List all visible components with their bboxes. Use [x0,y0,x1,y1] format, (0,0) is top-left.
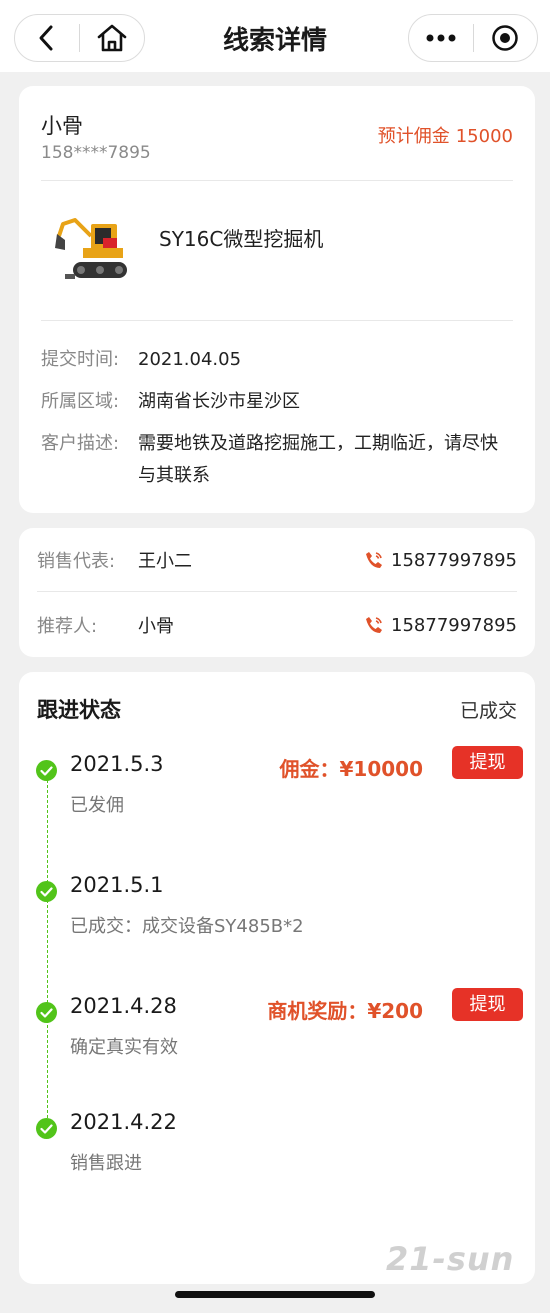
nav-capsule-right [408,14,538,62]
contact-name: 王小二 [138,551,192,572]
contact-label: 销售代表: [37,551,116,572]
more-button[interactable] [409,15,473,61]
check-icon [36,760,57,781]
status-title: 跟进状态 [37,698,121,722]
detail-row-description: 客户描述: 需要地铁及道路挖掘施工，工期临近，请尽快与其联系 [41,428,513,492]
contact-phone: 15877997895 [391,549,517,571]
excavator-icon [55,218,127,279]
timeline-date: 2021.5.3 [70,752,164,776]
phone-icon [366,617,383,633]
target-icon [492,25,518,51]
timeline-reward: 佣金：¥10000 [279,757,424,781]
check-icon [36,881,57,902]
call-referrer-link[interactable]: 15877997895 [365,615,517,636]
detail-label: 客户描述: [41,433,120,454]
detail-row-region: 所属区域: 湖南省长沙市星沙区 [41,386,513,418]
lead-info-card: 小骨 158****7895 预计佣金 15000 SY16C微型挖掘机 提交时间… [19,86,535,513]
home-indicator [175,1291,375,1298]
more-icon [426,34,456,42]
detail-label: 所属区域: [41,391,120,412]
timeline-date: 2021.4.28 [70,994,177,1018]
timeline-reward: 商机奖励：¥200 [267,999,423,1023]
divider [41,180,513,181]
customer-name: 小骨 [41,114,83,138]
timeline-item: 2021.4.28 商机奖励：¥200 提现 确定真实有效 [19,988,535,1082]
timeline-date: 2021.4.22 [70,1110,177,1134]
detail-value: 2021.04.05 [138,349,242,370]
divider [37,591,517,592]
withdraw-button[interactable]: 提现 [452,988,523,1021]
timeline-desc: 已成交：成交设备SY485B*2 [70,916,304,937]
check-icon [36,1118,57,1139]
timeline-item: 2021.5.1 已成交：成交设备SY485B*2 [19,873,535,961]
timeline-item: 2021.5.3 佣金：¥10000 提现 已发佣 [19,746,535,840]
watermark-logo: 21-sun [386,1240,515,1278]
divider [41,320,513,321]
estimated-commission: 预计佣金 15000 [378,122,513,148]
contact-name: 小骨 [138,616,174,637]
detail-label: 提交时间: [41,349,120,370]
close-miniprogram-button[interactable] [474,15,538,61]
detail-value: 湖南省长沙市星沙区 [138,391,300,412]
contact-row-sales-rep: 销售代表: 王小二 15877997895 [37,544,517,576]
contacts-card: 销售代表: 王小二 15877997895 推荐人: 小骨 1587799789… [19,528,535,657]
timeline-desc: 确定真实有效 [70,1037,178,1058]
contact-row-referrer: 推荐人: 小骨 15877997895 [37,609,517,641]
phone-icon [366,552,383,568]
timeline-desc: 销售跟进 [70,1153,142,1174]
lead-detail-page: 线索详情 小骨 158****7895 预计佣金 15000 SY16C微型挖掘… [0,0,550,1313]
top-nav: 线索详情 [0,0,550,72]
commission-label: 预计佣金 [377,126,450,147]
timeline-item: 2021.4.22 销售跟进 [19,1110,535,1198]
withdraw-button[interactable]: 提现 [452,746,523,779]
status-value: 已成交 [459,700,517,722]
follow-up-status-card: 跟进状态 已成交 2021.5.3 佣金：¥10000 提现 已发佣 2021.… [19,672,535,1284]
check-icon [36,1002,57,1023]
detail-row-submit-time: 提交时间: 2021.04.05 [41,344,513,376]
timeline-date: 2021.5.1 [70,873,164,897]
commission-value: 15000 [455,126,513,147]
contact-label: 推荐人: [37,616,98,637]
contact-phone: 15877997895 [391,614,517,636]
customer-phone: 158****7895 [41,143,151,163]
detail-value: 需要地铁及道路挖掘施工，工期临近，请尽快与其联系 [138,433,498,486]
timeline-desc: 已发佣 [70,795,124,816]
product-name: SY16C微型挖掘机 [159,227,324,251]
call-sales-rep-link[interactable]: 15877997895 [365,550,517,571]
